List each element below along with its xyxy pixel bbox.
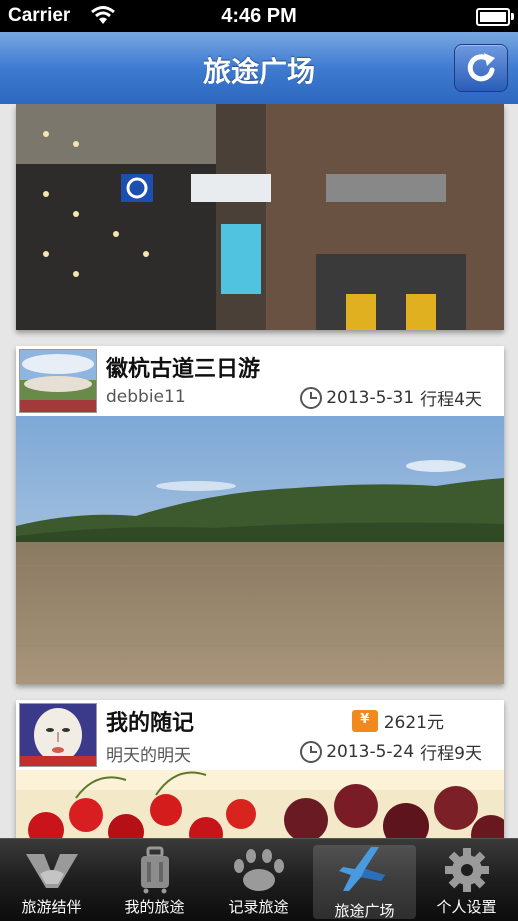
- trip-author[interactable]: 明天的明天: [106, 741, 191, 766]
- tab-bar: 旅游结伴 我的旅途 记录旅途 旅途广场 个人设置: [0, 838, 518, 921]
- trip-duration: 行程4天: [420, 390, 482, 410]
- feed-card[interactable]: [16, 104, 504, 330]
- trip-duration: 行程9天: [420, 744, 482, 764]
- tab-label: 个人设置: [436, 898, 497, 916]
- tab-label: 记录旅途: [228, 898, 289, 916]
- status-bar: Carrier 4:46 PM: [0, 0, 518, 32]
- tab-my-trips[interactable]: 我的旅途: [103, 839, 206, 921]
- refresh-button[interactable]: [454, 44, 508, 92]
- trip-photo[interactable]: [16, 104, 504, 330]
- trip-price-value: 2621元: [383, 713, 444, 733]
- trip-date: 2013-5-24: [326, 741, 415, 762]
- clock-time: 4:46 PM: [221, 5, 297, 27]
- avatar[interactable]: [19, 703, 97, 767]
- trip-meta: 2013-5-31 行程4天: [300, 385, 482, 410]
- feed-card[interactable]: 徽杭古道三日游 debbie11 2013-5-31 行程4天: [16, 346, 504, 684]
- wallet-icon: [351, 709, 378, 732]
- plane-icon: [313, 847, 416, 893]
- trip-price: 2621元: [351, 708, 444, 733]
- tab-personal-settings[interactable]: 个人设置: [415, 839, 518, 921]
- refresh-icon: [467, 53, 495, 82]
- trip-author[interactable]: debbie11: [106, 387, 186, 407]
- trip-date: 2013-5-31: [326, 387, 415, 408]
- tab-label: 旅游结伴: [21, 898, 82, 916]
- handshake-icon: [0, 847, 103, 893]
- tab-label: 旅途广场: [334, 902, 395, 920]
- feed-card[interactable]: 我的随记 2621元 明天的明天 2013-5-24 行程9天: [16, 700, 504, 838]
- gear-icon: [415, 847, 518, 893]
- battery-icon: [476, 8, 514, 26]
- trip-title: 徽杭古道三日游: [106, 357, 261, 382]
- trip-photo[interactable]: [16, 770, 504, 838]
- trip-meta: 2013-5-24 行程9天: [300, 739, 482, 764]
- clock-icon: [300, 386, 323, 409]
- avatar[interactable]: [19, 349, 97, 413]
- feed-list[interactable]: 徽杭古道三日游 debbie11 2013-5-31 行程4天 我的随记 ¥ 2…: [0, 104, 518, 838]
- trip-photo[interactable]: [16, 416, 504, 684]
- trip-title: 我的随记: [106, 711, 195, 736]
- footprint-icon: [207, 847, 310, 893]
- clock-icon: [300, 740, 323, 763]
- navigation-bar: 旅途广场: [0, 32, 518, 105]
- tab-travel-companion[interactable]: 旅游结伴: [0, 839, 103, 921]
- tab-label: 我的旅途: [124, 898, 185, 916]
- tab-record-trip[interactable]: 记录旅途: [207, 839, 310, 921]
- page-title: 旅途广场: [202, 55, 315, 88]
- luggage-icon: [103, 846, 206, 894]
- tab-travel-plaza[interactable]: 旅途广场: [313, 845, 416, 920]
